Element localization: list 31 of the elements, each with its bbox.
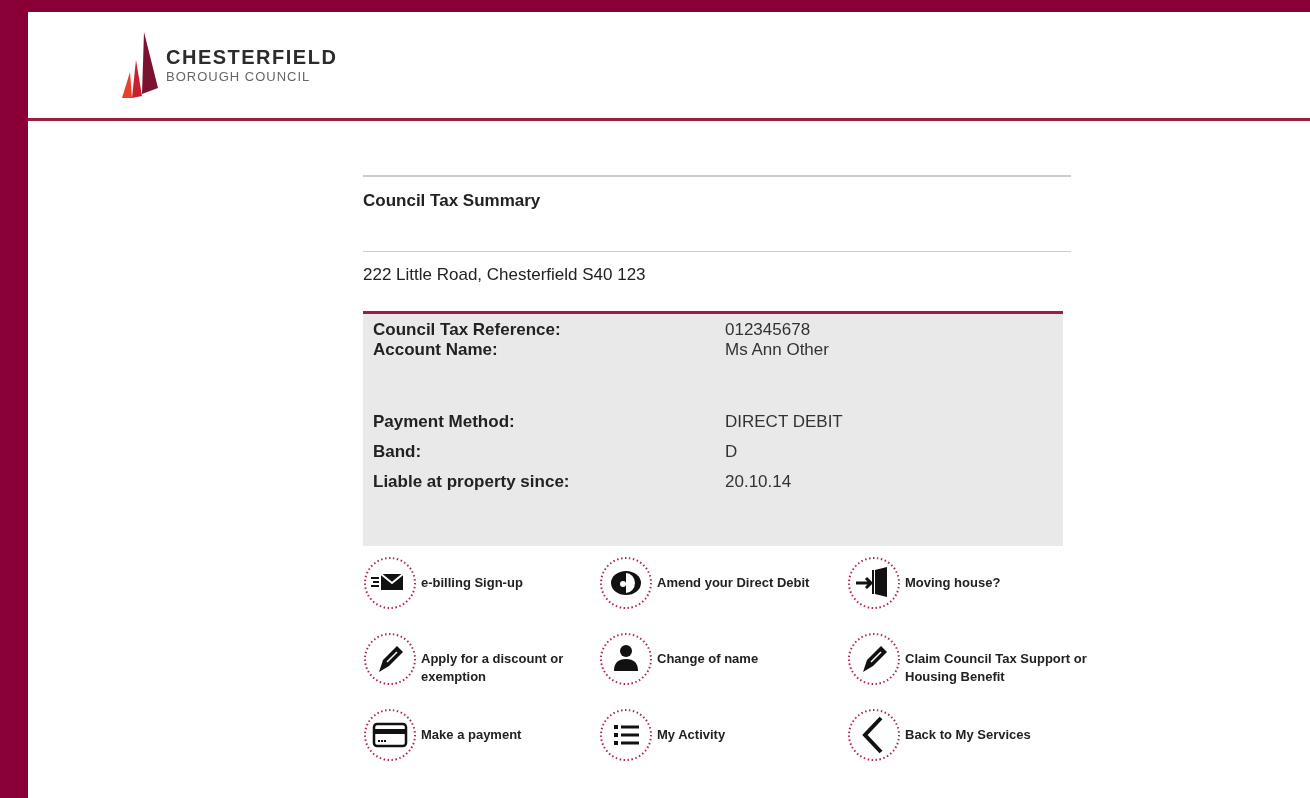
pencil-icon bbox=[847, 632, 901, 686]
action-link[interactable]: e-billing Sign-up bbox=[363, 556, 599, 610]
logo-title: CHESTERFIELD bbox=[166, 46, 338, 69]
page-title: Council Tax Summary bbox=[363, 175, 1071, 252]
field-value: DIRECT DEBIT bbox=[725, 412, 844, 432]
action-link[interactable]: Moving house? bbox=[847, 556, 1107, 610]
action-link[interactable]: Amend your Direct Debit bbox=[599, 556, 847, 610]
person-icon bbox=[599, 632, 653, 686]
list-icon bbox=[599, 708, 653, 762]
field-label: Council Tax Reference: bbox=[373, 320, 562, 340]
field-value: Ms Ann Other bbox=[725, 340, 830, 360]
field-label: Payment Method: bbox=[373, 412, 516, 432]
property-address: 222 Little Road, Chesterfield S40 123 bbox=[363, 264, 647, 286]
field-label: Account Name: bbox=[373, 340, 499, 360]
door-icon bbox=[847, 556, 901, 610]
card-icon bbox=[363, 708, 417, 762]
field-label: Band: bbox=[373, 442, 423, 462]
action-link[interactable]: Change of name bbox=[599, 632, 847, 686]
field-value: 012345678 bbox=[725, 320, 812, 340]
logo-subtitle: BOROUGH COUNCIL bbox=[166, 69, 312, 84]
envelope-icon bbox=[363, 556, 417, 610]
action-link[interactable]: Apply for a discount or exemption bbox=[363, 632, 599, 686]
field-value: D bbox=[725, 442, 739, 462]
field-value: 20.10.14 bbox=[725, 472, 793, 492]
field-label: Liable at property since: bbox=[373, 472, 571, 492]
action-link[interactable]: My Activity bbox=[599, 708, 847, 762]
pencil-icon bbox=[363, 632, 417, 686]
chevron-icon bbox=[847, 708, 901, 762]
action-link[interactable]: Make a payment bbox=[363, 708, 599, 762]
action-link[interactable]: Back to My Services bbox=[847, 708, 1107, 762]
action-link[interactable]: Claim Council Tax Support or Housing Benefit bbox=[847, 632, 1107, 686]
